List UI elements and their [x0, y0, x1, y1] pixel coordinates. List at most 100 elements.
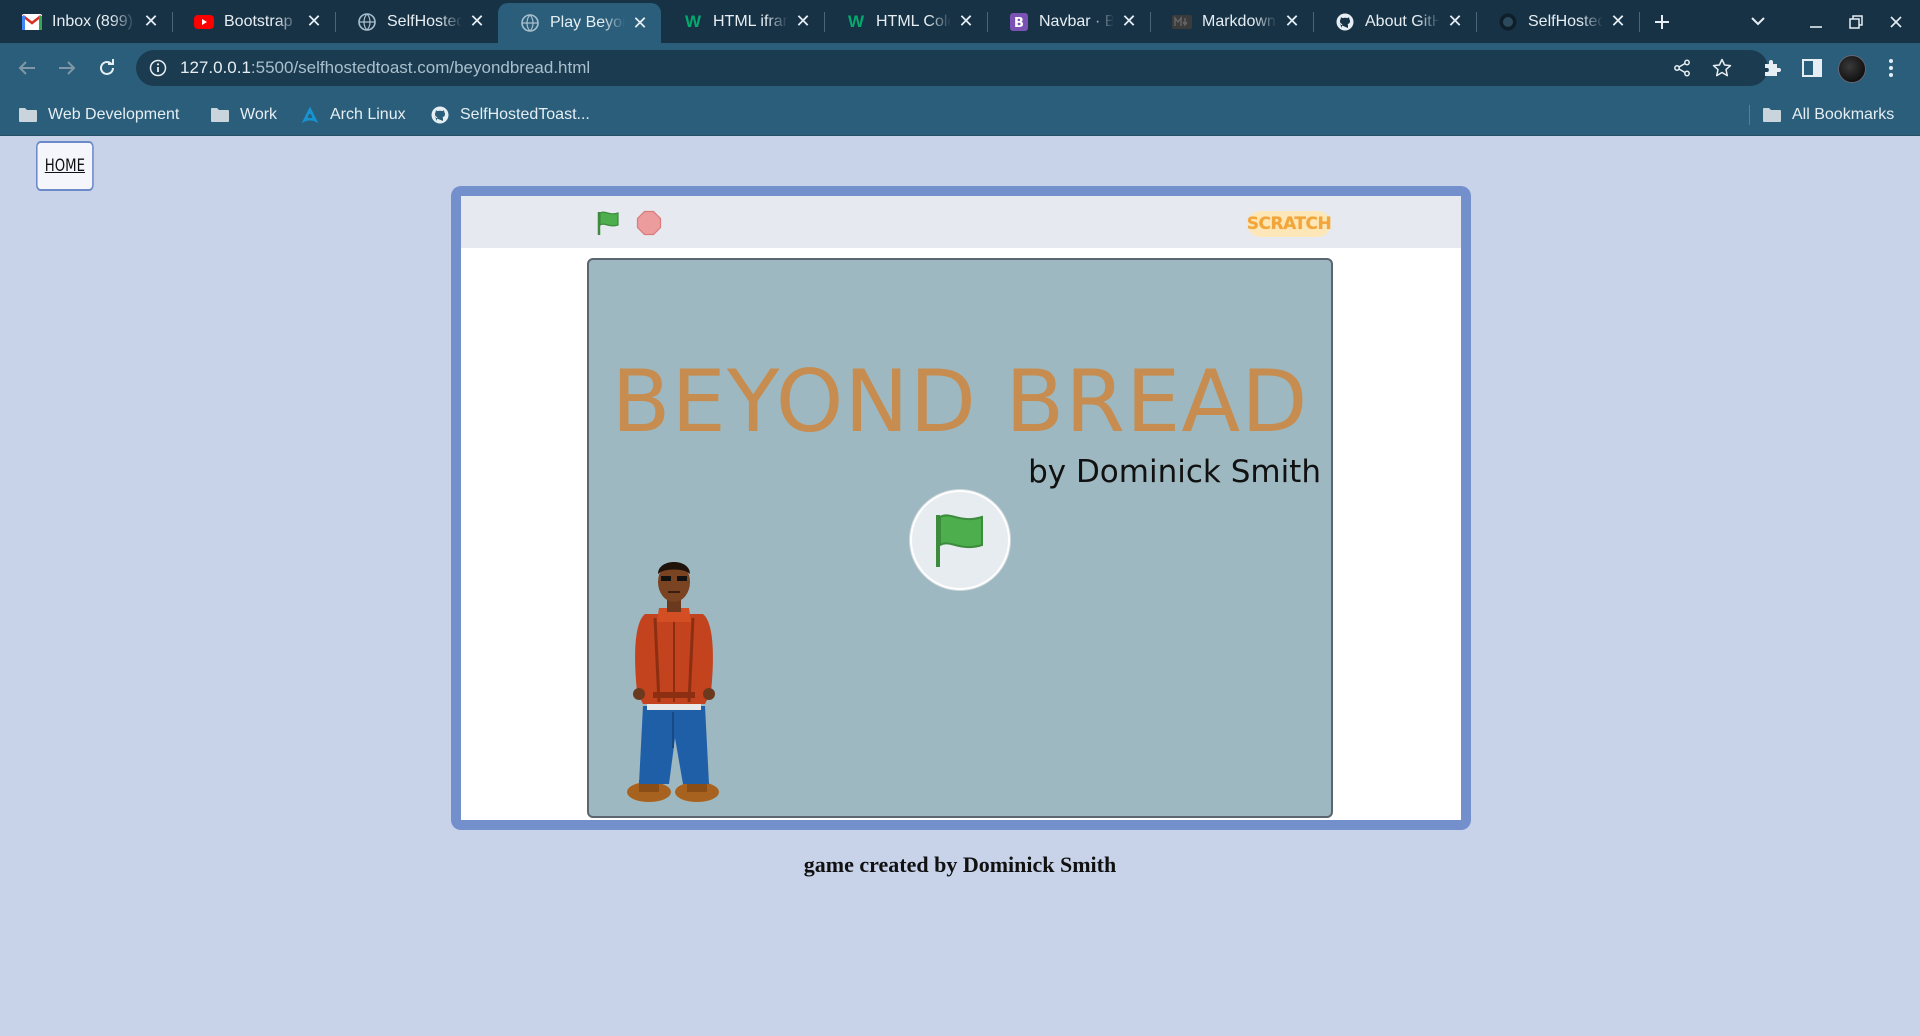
scratch-player: SCRATCH BEYOND BREAD by Dominick Smith — [461, 196, 1461, 820]
gmail-icon — [22, 12, 42, 32]
url-host: 127.0.0.1 — [180, 58, 251, 77]
tab-title: Play Beyond Bread — [550, 14, 625, 31]
globe-icon — [357, 12, 377, 32]
side-panel-icon — [1802, 59, 1822, 77]
tab-selfhosted-github[interactable]: SelfHosted ✕ — [1476, 0, 1639, 43]
github-icon — [1498, 12, 1518, 32]
bookmark-label: Arch Linux — [330, 105, 406, 123]
game-byline: by Dominick Smith — [1028, 454, 1321, 490]
browser-toolbar: 127.0.0.1:5500/selfhostedtoast.com/beyon… — [0, 43, 1920, 93]
share-icon — [1674, 59, 1690, 77]
tab-html-iframe[interactable]: W HTML iframe ✕ — [661, 0, 824, 43]
tab-title: SelfHosted — [1528, 12, 1603, 30]
page-content: HOME SCRATCH BEYOND BREAD by Dominick Sm… — [0, 136, 1920, 1036]
restore-button[interactable] — [1836, 0, 1876, 43]
arch-linux-icon — [300, 106, 320, 124]
bookmark-arch-linux[interactable]: Arch Linux — [300, 93, 406, 136]
green-flag-button[interactable] — [595, 209, 623, 237]
tab-title: HTML iframe — [713, 12, 788, 30]
github-icon — [430, 106, 450, 124]
close-window-button[interactable] — [1876, 0, 1916, 43]
tab-title: About GitHub — [1365, 12, 1440, 30]
all-bookmarks-label: All Bookmarks — [1792, 105, 1895, 123]
bookmark-selfhostedtoast[interactable]: SelfHostedToast... — [430, 93, 590, 136]
tab-navbar[interactable]: B Navbar · Bootstrap ✕ — [987, 0, 1150, 43]
forward-button[interactable] — [52, 53, 82, 83]
scratch-logo[interactable]: SCRATCH — [1247, 211, 1332, 237]
globe-icon — [520, 13, 540, 33]
tab-title: Navbar · Bootstrap — [1039, 12, 1114, 30]
reload-icon — [100, 59, 114, 75]
tab-html-colors[interactable]: W HTML Colors ✕ — [824, 0, 987, 43]
close-icon[interactable]: ✕ — [957, 11, 975, 31]
game-stage[interactable]: BEYOND BREAD by Dominick Smith — [587, 258, 1333, 818]
close-icon[interactable]: ✕ — [1120, 11, 1138, 31]
bookmark-label: Work — [240, 105, 278, 123]
tab-about-github[interactable]: About GitHub ✕ — [1313, 0, 1476, 43]
close-icon[interactable]: ✕ — [1446, 11, 1464, 31]
info-icon[interactable] — [148, 58, 168, 78]
close-icon[interactable]: ✕ — [794, 11, 812, 31]
chevron-down-icon — [1751, 17, 1765, 26]
green-flag-icon — [597, 211, 619, 235]
tab-title: HTML Colors — [876, 12, 951, 30]
close-icon[interactable]: ✕ — [631, 13, 649, 33]
bookmark-work[interactable]: Work — [210, 93, 277, 136]
start-game-button[interactable] — [910, 490, 1010, 590]
tab-title: Inbox (899) — [52, 12, 133, 30]
green-flag-icon — [936, 514, 983, 567]
w3schools-icon: W — [847, 11, 865, 31]
share-button[interactable] — [1667, 53, 1697, 83]
tab-title: Bootstrap — [224, 12, 293, 30]
markdown-icon — [1172, 12, 1192, 32]
kebab-menu-icon — [1889, 59, 1893, 77]
tab-strip: Inbox (899) ✕ Bootstrap ✕ SelfHosted ✕ P… — [0, 0, 1920, 43]
close-icon[interactable]: ✕ — [468, 11, 486, 31]
close-icon[interactable]: ✕ — [1283, 11, 1301, 31]
stop-button[interactable] — [636, 210, 662, 236]
side-panel-button[interactable] — [1797, 53, 1827, 83]
reload-button[interactable] — [92, 53, 122, 83]
address-bar[interactable]: 127.0.0.1:5500/selfhostedtoast.com/beyon… — [136, 50, 1768, 86]
github-icon — [1335, 12, 1355, 32]
minimize-button[interactable] — [1796, 0, 1836, 43]
tab-search-button[interactable] — [1738, 0, 1778, 43]
bootstrap-icon: B — [1009, 12, 1029, 32]
puzzle-icon — [1765, 60, 1781, 76]
menu-button[interactable] — [1876, 53, 1906, 83]
tab-play-beyond-bread[interactable]: Play Beyond Bread ✕ — [498, 3, 661, 43]
profile-avatar[interactable] — [1838, 55, 1866, 83]
tab-title: Markdown — [1202, 12, 1276, 30]
close-icon[interactable]: ✕ — [1609, 11, 1627, 31]
star-icon — [1712, 58, 1732, 77]
bookmark-label: Web Development — [48, 105, 180, 123]
folder-icon — [18, 106, 38, 124]
extensions-button[interactable] — [1757, 53, 1787, 83]
stop-icon — [636, 210, 662, 236]
character-sprite — [627, 562, 719, 802]
scratch-player-frame: SCRATCH BEYOND BREAD by Dominick Smith — [451, 186, 1471, 830]
game-credit-caption: game created by Dominick Smith — [803, 852, 1117, 877]
arrow-right-icon — [59, 61, 76, 75]
back-button[interactable] — [12, 53, 42, 83]
bookmark-web-development[interactable]: Web Development — [18, 93, 179, 136]
tab-inbox[interactable]: Inbox (899) ✕ — [0, 0, 172, 43]
player-controls: SCRATCH — [461, 196, 1461, 248]
bookmark-star-button[interactable] — [1707, 53, 1737, 83]
new-tab-button[interactable] — [1648, 8, 1676, 36]
close-icon[interactable]: ✕ — [305, 11, 323, 31]
url-text[interactable]: 127.0.0.1:5500/selfhostedtoast.com/beyon… — [180, 58, 590, 78]
youtube-icon — [194, 12, 214, 32]
bookmarks-bar: Web Development Work Arch Linux SelfHost… — [0, 93, 1920, 136]
game-title: BEYOND BREAD — [611, 352, 1309, 452]
home-button[interactable]: HOME — [36, 141, 94, 191]
folder-icon — [210, 106, 230, 124]
w3schools-icon: W — [684, 11, 702, 31]
tab-selfhosted[interactable]: SelfHosted ✕ — [335, 0, 498, 43]
folder-icon — [1762, 106, 1782, 124]
close-icon[interactable]: ✕ — [142, 11, 160, 31]
tab-title: SelfHosted — [387, 12, 462, 30]
tab-bootstrap[interactable]: Bootstrap ✕ — [172, 0, 335, 43]
tab-markdown[interactable]: Markdown ✕ — [1150, 0, 1313, 43]
all-bookmarks-button[interactable]: All Bookmarks — [1762, 93, 1894, 136]
